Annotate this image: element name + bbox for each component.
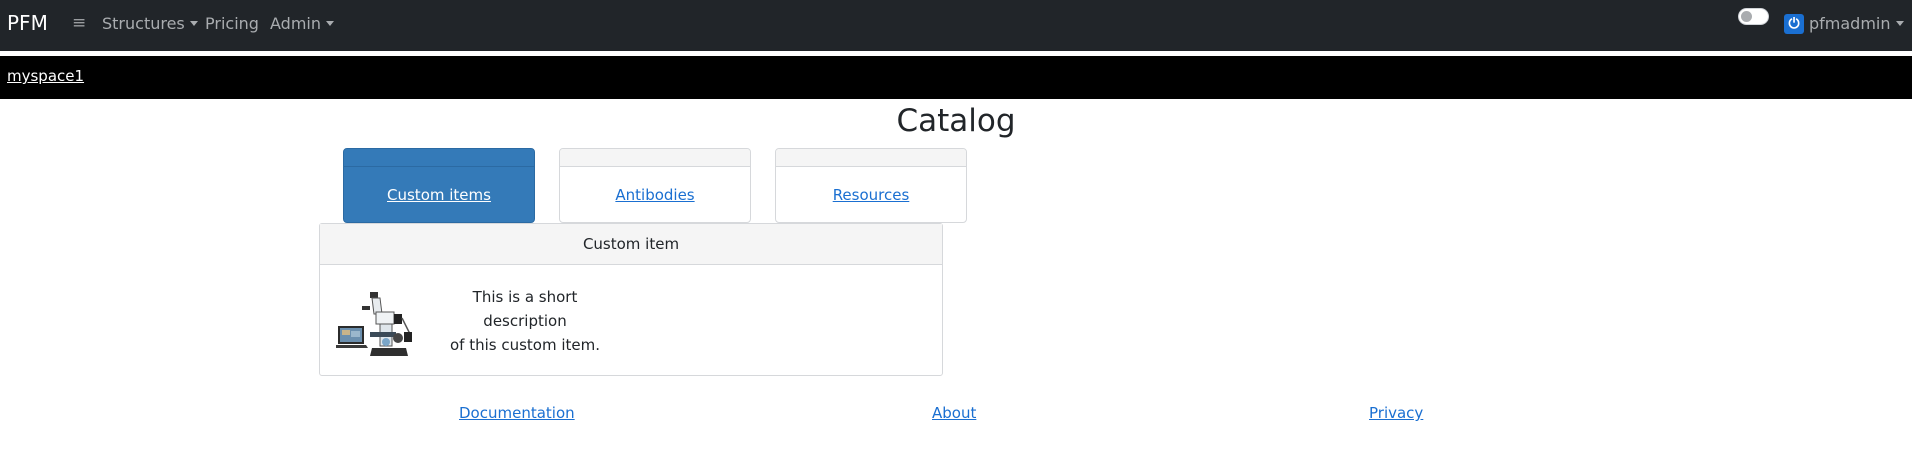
space-link[interactable]: myspace1 — [7, 67, 84, 85]
nav-structures-label: Structures — [102, 14, 185, 33]
user-name-label: pfmadmin — [1809, 14, 1891, 33]
nav-structures-dropdown[interactable]: Structures — [102, 14, 198, 33]
item-description-line: This is a short description — [472, 288, 578, 330]
toggle-knob — [1741, 11, 1752, 22]
caret-down-icon — [326, 21, 334, 26]
top-navbar: PFM ≡ Structures Pricing Admin ⏻ pfmadmi… — [0, 0, 1912, 51]
item-card: Custom item This is a short description … — [319, 223, 943, 376]
item-card-title: Custom item — [320, 224, 942, 265]
page-title: Catalog — [896, 103, 1016, 139]
category-header — [776, 149, 966, 167]
theme-toggle[interactable] — [1738, 8, 1769, 25]
nav-pricing-link[interactable]: Pricing — [205, 14, 259, 33]
item-description: This is a short description of this cust… — [430, 285, 620, 357]
menu-icon[interactable]: ≡ — [72, 13, 86, 33]
item-description-line: of this custom item. — [449, 336, 601, 354]
category-resources-link[interactable]: Resources — [776, 186, 966, 204]
category-header — [560, 149, 750, 167]
caret-down-icon — [189, 21, 198, 26]
category-header — [344, 149, 534, 167]
category-resources[interactable]: Resources — [775, 148, 967, 223]
space-bar: myspace1 — [0, 56, 1912, 99]
footer-about-link[interactable]: About — [932, 404, 976, 422]
microscope-image — [336, 292, 412, 356]
power-icon: ⏻ — [1784, 14, 1804, 34]
footer-privacy-link[interactable]: Privacy — [1369, 404, 1423, 422]
category-custom-items[interactable]: Custom items — [343, 148, 535, 223]
footer-documentation-link[interactable]: Documentation — [459, 404, 575, 422]
nav-admin-dropdown[interactable]: Admin — [270, 14, 334, 33]
user-dropdown[interactable]: pfmadmin — [1809, 14, 1904, 33]
caret-down-icon — [1895, 21, 1904, 26]
brand-link[interactable]: PFM — [7, 11, 48, 35]
nav-admin-label: Admin — [270, 14, 321, 33]
category-antibodies-link[interactable]: Antibodies — [560, 186, 750, 204]
category-antibodies[interactable]: Antibodies — [559, 148, 751, 223]
category-custom-items-link[interactable]: Custom items — [344, 186, 534, 204]
